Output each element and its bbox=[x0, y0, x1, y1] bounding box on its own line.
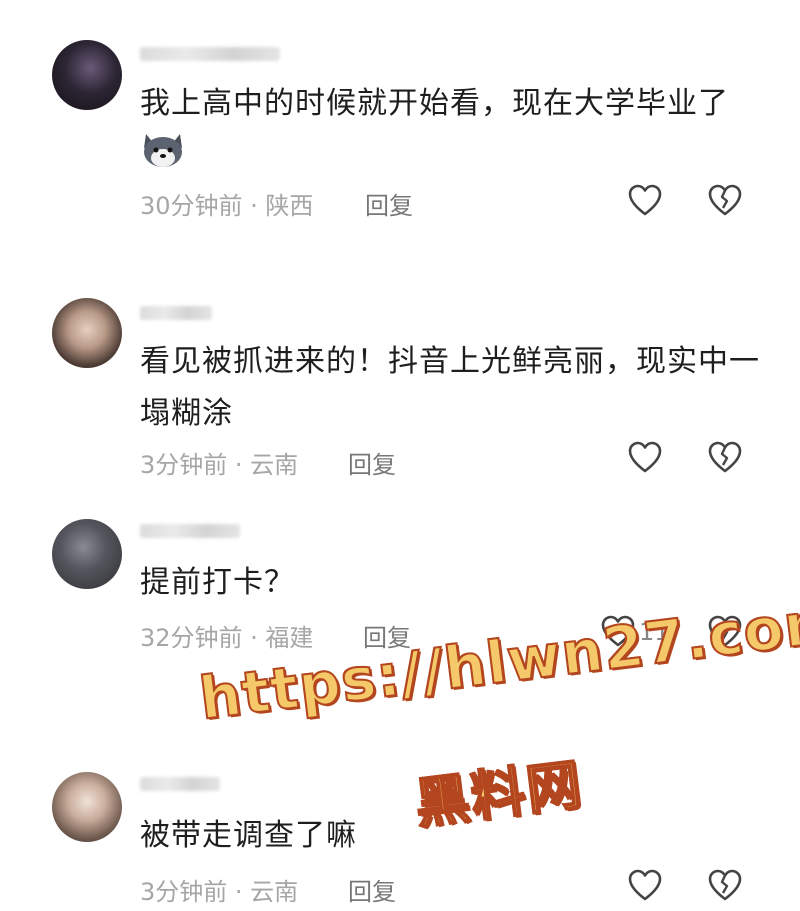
like-heart-icon[interactable] bbox=[627, 868, 663, 904]
comment-meta: 32分钟前 · 福建 bbox=[140, 624, 314, 652]
username[interactable] bbox=[140, 777, 220, 791]
username[interactable] bbox=[140, 524, 240, 538]
like-heart-icon[interactable] bbox=[627, 440, 663, 476]
reply-button[interactable]: 回复 bbox=[365, 186, 413, 221]
comment-meta: 3分钟前 · 云南 bbox=[140, 451, 299, 479]
like-heart-icon[interactable] bbox=[627, 183, 663, 219]
dislike-broken-heart-icon[interactable] bbox=[707, 183, 743, 219]
comment-text: 看见被抓进来的！抖音上光鲜亮丽，现实中一塌糊涂 bbox=[140, 344, 760, 431]
avatar[interactable] bbox=[52, 298, 122, 368]
reply-button[interactable]: 回复 bbox=[348, 445, 396, 480]
comment-meta: 3分钟前 · 云南 bbox=[140, 878, 299, 906]
dislike-broken-heart-icon[interactable] bbox=[707, 868, 743, 904]
avatar[interactable] bbox=[52, 519, 122, 589]
comment-text: 我上高中的时候就开始看，现在大学毕业了 bbox=[140, 86, 729, 121]
comment-screen: { "comments": [ { "text": "我上高中的时候就开始看，现… bbox=[0, 0, 800, 911]
avatar[interactable] bbox=[52, 40, 122, 110]
username[interactable] bbox=[140, 47, 280, 61]
reply-button[interactable]: 回复 bbox=[348, 872, 396, 907]
dog-emoji-icon bbox=[140, 130, 186, 170]
avatar[interactable] bbox=[52, 772, 122, 842]
dislike-broken-heart-icon[interactable] bbox=[707, 440, 743, 476]
username[interactable] bbox=[140, 306, 212, 320]
comment-text: 提前打卡？ bbox=[140, 565, 295, 600]
comment-meta: 30分钟前 · 陕西 bbox=[140, 192, 314, 220]
